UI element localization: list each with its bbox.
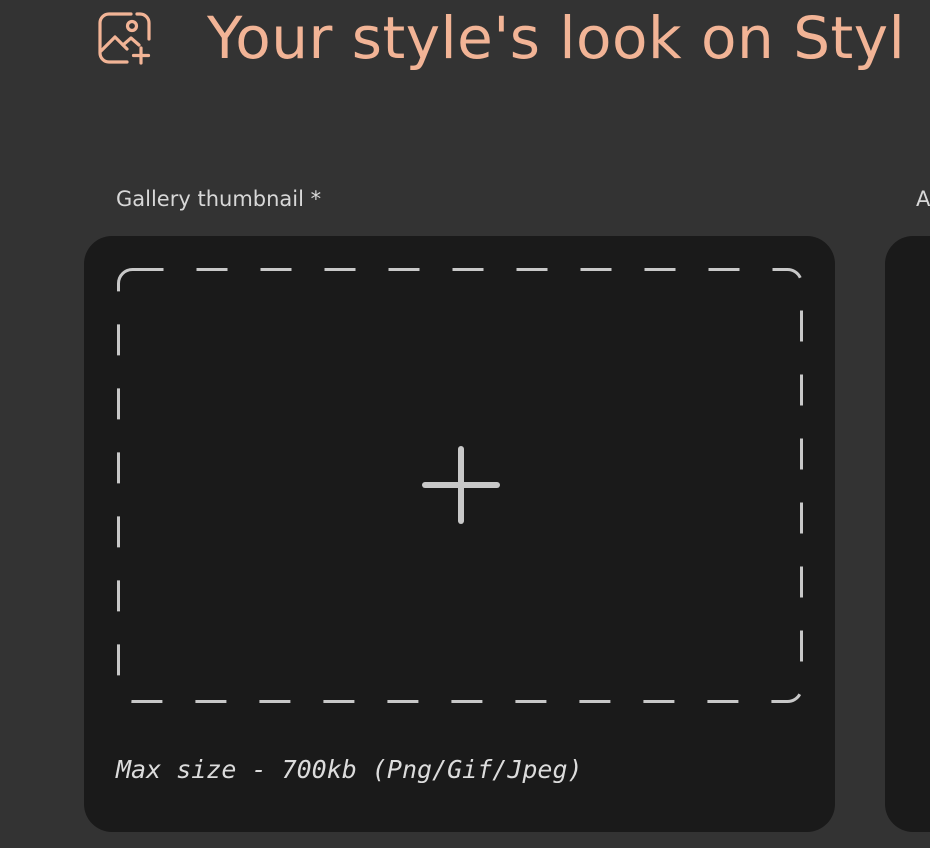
page-title: Your style's look on Styl	[207, 4, 906, 72]
image-add-icon	[97, 11, 153, 65]
thumbnail-dropzone[interactable]	[117, 268, 803, 703]
second-field-label: A	[916, 187, 930, 211]
second-upload-card[interactable]	[885, 236, 930, 832]
page: Your style's look on Styl Gallery thumbn…	[0, 0, 930, 848]
gallery-thumbnail-label: Gallery thumbnail *	[116, 187, 322, 211]
gallery-thumbnail-card: Max size - 700kb (Png/Gif/Jpeg)	[84, 236, 835, 832]
max-size-note: Max size - 700kb (Png/Gif/Jpeg)	[116, 755, 583, 784]
plus-icon[interactable]	[422, 446, 500, 524]
